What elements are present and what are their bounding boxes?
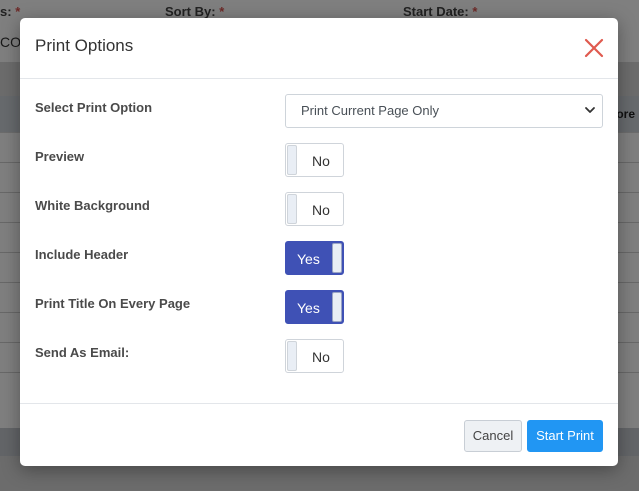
print-title-every-page-toggle[interactable]: Yes bbox=[285, 290, 344, 324]
preview-label: Preview bbox=[35, 149, 85, 164]
white-background-label: White Background bbox=[35, 198, 150, 213]
chevron-down-icon bbox=[585, 107, 595, 113]
toggle-knob bbox=[287, 145, 297, 175]
dialog-title: Print Options bbox=[35, 36, 134, 55]
print-options-dialog: Print Options Select Print Option Print … bbox=[20, 18, 618, 466]
send-as-email-toggle[interactable]: No bbox=[285, 339, 344, 373]
start-print-button[interactable]: Start Print bbox=[527, 420, 603, 452]
toggle-state: No bbox=[312, 153, 330, 169]
close-icon bbox=[584, 38, 604, 58]
print-option-select[interactable]: Print Current Page Only bbox=[285, 94, 603, 128]
toggle-state: Yes bbox=[297, 300, 320, 316]
print-option-label: Select Print Option bbox=[35, 100, 153, 115]
toggle-knob bbox=[332, 243, 342, 273]
print-title-every-page-label: Print Title On Every Page bbox=[35, 296, 191, 311]
white-background-toggle[interactable]: No bbox=[285, 192, 344, 226]
toggle-knob bbox=[332, 292, 342, 322]
include-header-toggle[interactable]: Yes bbox=[285, 241, 344, 275]
close-button[interactable] bbox=[582, 36, 606, 60]
toggle-knob bbox=[287, 341, 297, 371]
toggle-state: Yes bbox=[297, 251, 320, 267]
preview-toggle[interactable]: No bbox=[285, 143, 344, 177]
toggle-state: No bbox=[312, 202, 330, 218]
print-option-value: Print Current Page Only bbox=[301, 103, 440, 118]
dialog-header: Print Options bbox=[20, 18, 618, 79]
toggle-knob bbox=[287, 194, 297, 224]
include-header-label: Include Header bbox=[35, 247, 129, 262]
dialog-body: Select Print Option Print Current Page O… bbox=[20, 79, 618, 403]
dialog-footer: Cancel Start Print bbox=[20, 403, 618, 467]
cancel-button[interactable]: Cancel bbox=[464, 420, 522, 452]
send-as-email-label: Send As Email: bbox=[35, 345, 130, 360]
toggle-state: No bbox=[312, 349, 330, 365]
